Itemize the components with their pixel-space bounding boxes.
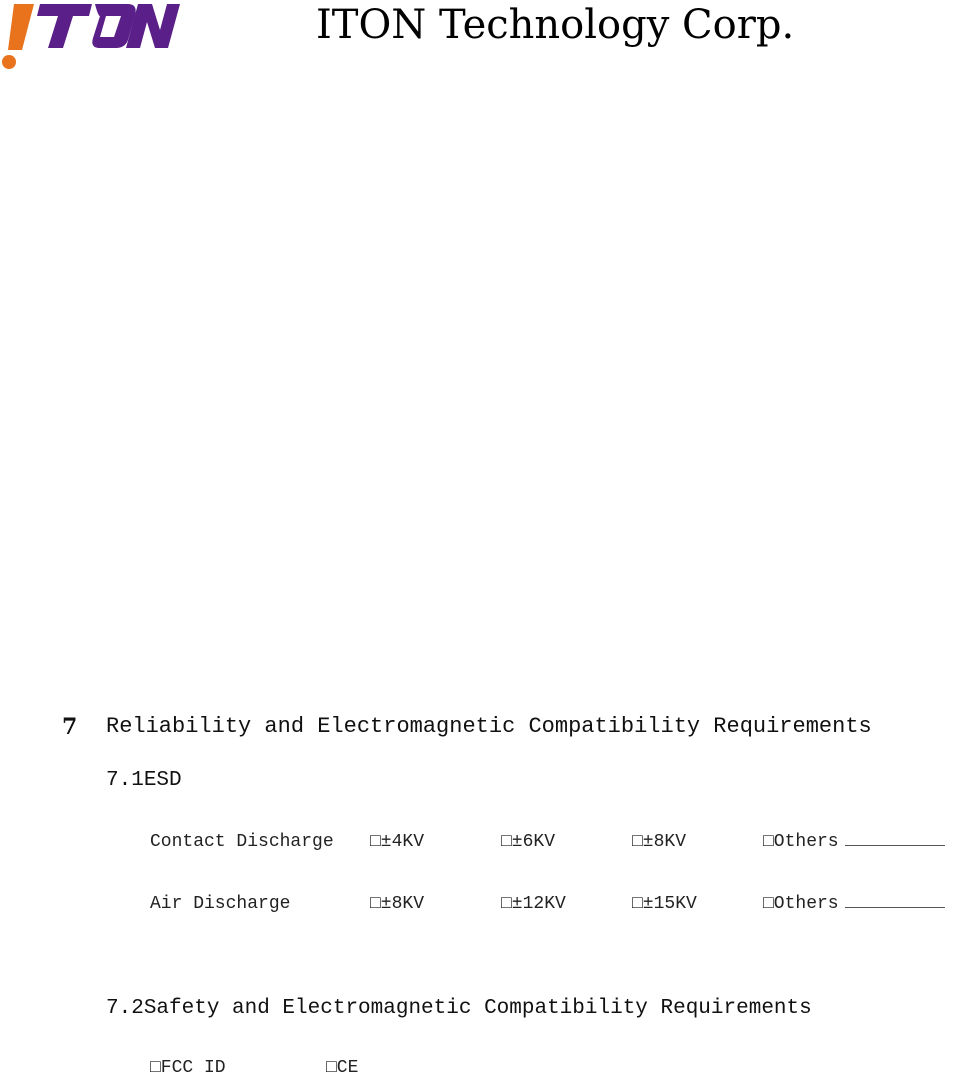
section-number: 7 [62,714,78,740]
safety-option-ce[interactable]: □CE [326,1056,358,1080]
subsection-safety-number: 7.2 [106,997,144,1020]
subsection-esd-number: 7.1 [106,769,144,792]
subsection-esd-title: ESD [143,769,182,792]
air-discharge-others-label: □Others [763,894,839,914]
contact-discharge-others-blank[interactable] [844,831,945,846]
air-discharge-others-blank[interactable] [844,893,945,908]
air-discharge-label: Air Discharge [150,894,291,914]
logo-ton-letters [37,4,180,48]
subsection-safety-title: Safety and Electromagnetic Compatibility… [143,997,812,1020]
contact-discharge-option-8kv[interactable]: □±8KV [632,830,686,854]
safety-option-fcc-id[interactable]: □FCC ID [150,1056,226,1080]
contact-discharge-option-6kv[interactable]: □±6KV [501,830,555,854]
iton-logo [2,4,180,69]
air-discharge-option-12kv[interactable]: □±12KV [501,892,566,916]
contact-discharge-option-others[interactable]: □Others [763,830,945,854]
air-discharge-option-others[interactable]: □Others [763,892,945,916]
subsection-safety-heading: 7.2Safety and Electromagnetic Compatibil… [106,995,812,1023]
section-title: Reliability and Electromagnetic Compatib… [106,714,872,739]
contact-discharge-label: Contact Discharge [150,832,334,852]
subsection-esd-heading: 7.1ESD [106,767,182,795]
air-discharge-option-15kv[interactable]: □±15KV [632,892,697,916]
air-discharge-option-8kv[interactable]: □±8KV [370,892,424,916]
logo-exclamation-icon [2,4,34,69]
company-name: ITON Technology Corp. [316,2,795,48]
contact-discharge-others-label: □Others [763,832,839,852]
contact-discharge-option-4kv[interactable]: □±4KV [370,830,424,854]
